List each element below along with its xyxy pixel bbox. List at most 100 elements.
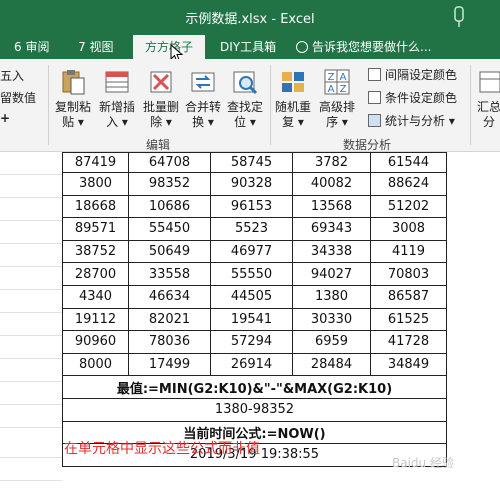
cell[interactable]: 4340: [62, 284, 129, 309]
cell[interactable]: 41728: [370, 330, 447, 354]
cell[interactable]: 55550: [210, 262, 293, 286]
find-locate-button[interactable]: 查找定 位 ▾: [224, 67, 266, 130]
cell[interactable]: 38752: [62, 239, 129, 264]
cell[interactable]: 96153: [210, 194, 293, 219]
svg-text:A: A: [340, 72, 347, 83]
cell[interactable]: 50649: [128, 239, 211, 264]
table-row: 89571 55450 5523 69343 3008: [62, 217, 447, 241]
random-icon: [278, 67, 308, 97]
group-label-analysis: 数据分析: [343, 138, 392, 152]
copy-paste-button[interactable]: 复制粘 贴 ▾: [52, 67, 94, 130]
tab-view[interactable]: 7 视图: [78, 37, 113, 59]
cell[interactable]: 70803: [370, 262, 447, 286]
cell[interactable]: 69343: [292, 217, 371, 241]
cell[interactable]: 34849: [370, 352, 447, 377]
grid-color-icon: [368, 68, 381, 81]
cell[interactable]: 18668: [62, 194, 129, 219]
cell[interactable]: 8000: [62, 352, 129, 377]
table-row: 8000 17499 26914 28484 34849: [62, 352, 447, 377]
watermark: Baidu 经验: [392, 456, 454, 470]
tab-fangfang[interactable]: 方方格子: [133, 35, 206, 59]
cell[interactable]: 57294: [210, 330, 293, 354]
cell[interactable]: 5523: [210, 217, 293, 241]
cell[interactable]: 82021: [128, 307, 211, 332]
convert-icon: [188, 67, 218, 97]
cell[interactable]: 17499: [128, 352, 211, 377]
round-option[interactable]: 五入: [0, 67, 24, 84]
plus-option[interactable]: +: [0, 111, 10, 125]
cell[interactable]: 34338: [292, 239, 371, 264]
cell[interactable]: 61525: [370, 307, 447, 332]
table-row: 最值:=MIN(G2:K10)&"-"&MAX(G2:K10): [62, 375, 447, 399]
cell[interactable]: 78036: [128, 330, 211, 354]
gridline: [0, 174, 62, 175]
cell[interactable]: 94027: [292, 262, 371, 286]
table-row: 18668 10686 96153 13568 51202: [62, 194, 447, 219]
cell[interactable]: 6959: [292, 330, 371, 354]
find-icon: [230, 67, 260, 97]
cell[interactable]: 90960: [62, 330, 129, 354]
cell[interactable]: 64708: [128, 152, 211, 173]
gridline: [0, 197, 62, 198]
cell[interactable]: 55450: [128, 217, 211, 241]
cell[interactable]: 19541: [210, 307, 293, 332]
batch-delete-button[interactable]: 批量删 除 ▾: [140, 67, 182, 130]
summary-icon: [478, 67, 500, 97]
insert-button[interactable]: 新增插 入 ▾: [96, 67, 138, 130]
cell[interactable]: 3008: [370, 217, 447, 241]
random-repeat-button[interactable]: 随机重 复 ▾: [272, 67, 314, 130]
cell[interactable]: 88624: [370, 172, 447, 196]
cell[interactable]: 30330: [292, 307, 371, 332]
data-table: 87419 64708 58745 3782 61544 3800 98352 …: [62, 152, 447, 467]
cell[interactable]: 33558: [128, 262, 211, 286]
cell[interactable]: 40082: [292, 172, 371, 196]
cell[interactable]: 19112: [62, 307, 129, 332]
cell[interactable]: 46977: [210, 239, 293, 264]
cell[interactable]: 98352: [128, 172, 211, 196]
interval-color-button[interactable]: 间隔设定颜色: [368, 66, 457, 83]
insert-rows-icon: [102, 67, 132, 97]
table-row: 87419 64708 58745 3782 61544: [62, 152, 447, 173]
cell[interactable]: 4119: [370, 239, 447, 264]
cell[interactable]: 87419: [62, 152, 129, 173]
cell[interactable]: 26914: [210, 352, 293, 377]
tab-review[interactable]: 6 审阅: [14, 37, 49, 59]
cell[interactable]: 46634: [128, 284, 211, 309]
cell[interactable]: 51202: [370, 194, 447, 219]
svg-text:Z: Z: [340, 84, 347, 95]
cell[interactable]: 89571: [62, 217, 129, 241]
cell[interactable]: 3800: [62, 172, 129, 196]
annotation-note: 在单元格中显示这些公式而非值: [64, 441, 260, 457]
pin-icon[interactable]: [452, 6, 466, 28]
stats-analysis-button[interactable]: 统计与分析 ▾: [368, 112, 455, 129]
ribbon-separator: [470, 65, 471, 145]
result-cell-minmax[interactable]: 1380-98352: [62, 397, 447, 422]
cell[interactable]: 28484: [292, 352, 371, 377]
merge-convert-button[interactable]: 合并转 换 ▾: [182, 67, 224, 130]
cell[interactable]: 61544: [370, 152, 447, 173]
worksheet[interactable]: 87419 64708 58745 3782 61544 3800 98352 …: [0, 152, 500, 500]
gridline: [0, 480, 62, 481]
tab-diy-toolbox[interactable]: DIY工具箱: [220, 37, 276, 59]
keep-value-option[interactable]: 留数值: [0, 89, 36, 106]
table-row: 90960 78036 57294 6959 41728: [62, 330, 447, 354]
summary-button[interactable]: 汇总 分: [474, 67, 500, 130]
tell-me-box[interactable]: 告诉我您想要做什么...: [296, 38, 431, 55]
cell[interactable]: 58745: [210, 152, 293, 173]
condition-color-button[interactable]: 条件设定颜色: [368, 89, 457, 106]
advanced-sort-button[interactable]: Z A A Z 高级排 序 ▾: [316, 67, 358, 130]
cell[interactable]: 1380: [292, 284, 371, 309]
ribbon: 五入 留数值 + 复制粘 贴 ▾ 新增插 入 ▾ 批量删 除 ▾ 合并转 换 ▾: [0, 59, 500, 152]
cell[interactable]: 86587: [370, 284, 447, 309]
cell[interactable]: 10686: [128, 194, 211, 219]
cell[interactable]: 90328: [210, 172, 293, 196]
gridline: [0, 404, 62, 405]
cell[interactable]: 44505: [210, 284, 293, 309]
cell[interactable]: 13568: [292, 194, 371, 219]
gridline: [0, 358, 62, 359]
table-row: 19112 82021 19541 30330 61525: [62, 307, 447, 332]
cell[interactable]: 28700: [62, 262, 129, 286]
cell[interactable]: 3782: [292, 152, 371, 173]
formula-cell-minmax[interactable]: 最值:=MIN(G2:K10)&"-"&MAX(G2:K10): [62, 375, 447, 399]
gridline: [0, 266, 62, 267]
